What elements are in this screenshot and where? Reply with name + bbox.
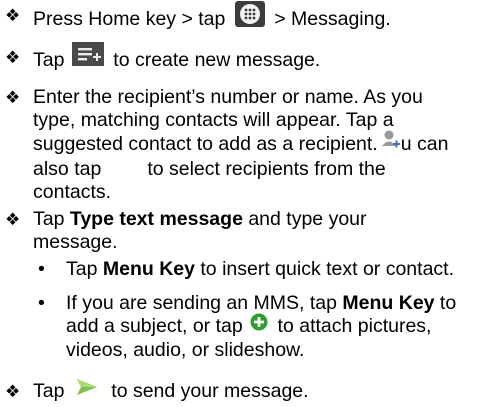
step-text-line: also tap — [33, 158, 102, 180]
substep-text: add a subject, or tap — [66, 315, 249, 338]
step-text-line: to select recipients from the — [147, 158, 386, 180]
step-text: Tap — [33, 49, 70, 72]
step-text-line: message. — [33, 231, 118, 253]
substep-text-end: to — [434, 292, 457, 314]
step-text-line: suggested contact to add as a recipient. — [33, 133, 378, 156]
sub-bullet: • — [38, 292, 45, 314]
send-icon — [76, 378, 98, 402]
ui-term: Type text message — [69, 208, 243, 230]
sub-bullet: • — [38, 258, 45, 280]
add-contact-icon — [381, 129, 401, 155]
step-text-end: to send your message. — [105, 380, 309, 403]
substep-text-end: to attach pictures, — [272, 315, 432, 338]
step-bullet: ❖ — [5, 6, 21, 25]
substep-text-line: videos, audio, or slideshow. — [66, 339, 305, 361]
substep-text: If you are sending an MMS, tap — [66, 292, 343, 314]
step-text: Press Home key > tap — [33, 8, 231, 31]
add-attachment-icon — [250, 313, 268, 337]
step-bullet: ❖ — [5, 48, 21, 67]
substep-text-end: to insert quick text or contact. — [194, 258, 455, 280]
ui-term: Menu Key — [102, 258, 195, 280]
step-text: Tap — [33, 208, 70, 230]
step-text-line: type, matching contacts will appear. Tap… — [33, 109, 394, 131]
substep-text: Tap — [66, 258, 103, 280]
apps-grid-icon — [234, 1, 265, 33]
ui-term: Menu Key — [342, 292, 435, 314]
step-bullet: ❖ — [5, 382, 21, 401]
new-message-icon — [71, 42, 104, 72]
step-bullet: ❖ — [5, 210, 21, 229]
step-text-end: to create new message. — [107, 49, 321, 72]
step-text-end: > Messaging. — [268, 8, 391, 31]
step-bullet: ❖ — [5, 88, 21, 107]
step-text-line: Enter the recipient’s number or name. As… — [33, 86, 423, 108]
step-text-line: u can — [400, 133, 449, 156]
step-text-end: and type your — [242, 208, 367, 230]
step-text: Tap — [33, 380, 70, 403]
step-text-line: contacts. — [33, 181, 112, 203]
